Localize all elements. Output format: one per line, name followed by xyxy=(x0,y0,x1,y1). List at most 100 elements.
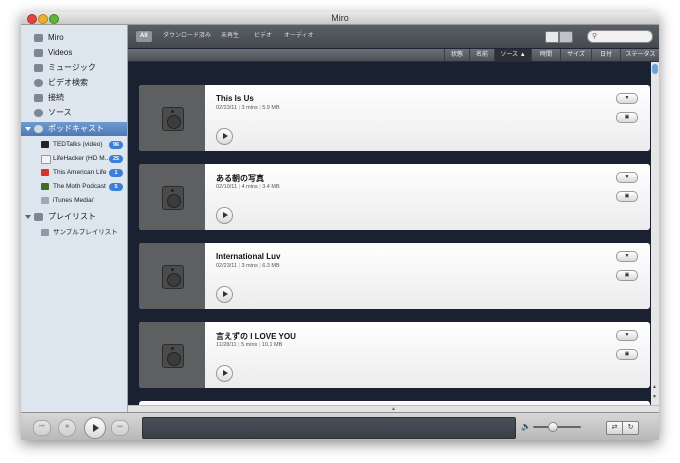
volume-control[interactable]: 🔈 xyxy=(521,421,583,433)
play-icon xyxy=(223,212,228,218)
sort-time[interactable]: 時間 xyxy=(531,49,560,61)
filter-downloaded[interactable]: ダウンロード済み xyxy=(159,31,215,42)
filter-all[interactable]: All xyxy=(136,31,152,42)
scroll-up-arrow-icon[interactable]: ▲ xyxy=(652,384,657,390)
item-size: 6.3 MB xyxy=(262,263,280,269)
disclosure-triangle-icon[interactable] xyxy=(25,215,31,219)
window-title: Miro xyxy=(331,13,349,23)
item-meta: 02/10/11 | 4 mins | 3.4 MB xyxy=(216,184,280,190)
list-item[interactable]: 言えずの I LOVE YOU 11/28/11 | 5 mins | 10.1… xyxy=(139,322,650,388)
trash-icon: ▣ xyxy=(624,351,630,357)
repeat-button[interactable]: ↻ xyxy=(622,421,639,435)
sidebar-item-label: ソース xyxy=(48,108,72,117)
list-view-button[interactable] xyxy=(545,31,559,43)
sidebar-item-miro[interactable]: Miro xyxy=(21,31,127,45)
sort-status[interactable]: ステータス xyxy=(620,49,659,61)
sidebar-item-label: LifeHacker (HD M... xyxy=(53,155,109,162)
sidebar-item-connect[interactable]: 接続 xyxy=(21,91,127,105)
disclosure-triangle-icon[interactable] xyxy=(25,127,31,131)
item-menu-button[interactable]: ▼ xyxy=(616,172,638,183)
sidebar-item-moth-podcast[interactable]: The Moth Podcast 5 xyxy=(21,180,127,194)
shuffle-button[interactable]: ⇄ xyxy=(606,421,623,435)
sort-state[interactable]: 状態 xyxy=(444,49,469,61)
list-item[interactable]: This Is Us 02/23/11 | 3 mins | 5.9 MB ▼ … xyxy=(139,85,650,151)
sidebar-item-label: Miro xyxy=(48,33,64,42)
sidebar-item-label: Videos xyxy=(48,48,73,57)
list-item[interactable]: ある朝の写真 02/10/11 | 4 mins | 3.4 MB ▼ ▣ xyxy=(139,164,650,230)
scroll-down-arrow-icon[interactable]: ▼ xyxy=(652,394,657,400)
trash-icon: ▣ xyxy=(624,193,630,199)
delete-button[interactable]: ▣ xyxy=(616,349,638,360)
filter-audio[interactable]: オーディオ xyxy=(280,31,318,42)
sidebar-item-this-american-life[interactable]: This American Life 1 xyxy=(21,166,127,180)
item-duration: 3 mins xyxy=(241,105,258,111)
next-icon: ⏭ xyxy=(117,424,123,430)
sidebar-item-tedtalks[interactable]: TEDTalks (video) 96 xyxy=(21,138,127,152)
list-scrollbar[interactable]: ▲ ▼ xyxy=(651,62,659,405)
sidebar-item-music[interactable]: ミュージック xyxy=(21,61,127,75)
previous-button[interactable]: ⏮ xyxy=(33,420,51,436)
item-meta: 02/23/11 | 3 mins | 5.9 MB xyxy=(216,105,280,111)
sidebar-item-itunes-media[interactable]: iTunes Media/ xyxy=(21,194,127,208)
item-duration: 4 mins xyxy=(241,184,258,190)
filter-video[interactable]: ビデオ xyxy=(250,31,276,42)
item-meta: 11/28/11 | 5 mins | 10.1 MB xyxy=(216,342,283,348)
stop-button[interactable]: ■ xyxy=(58,419,76,437)
play-pause-button[interactable] xyxy=(84,417,106,439)
search-icon: ⚲ xyxy=(592,33,598,40)
sort-date[interactable]: 日付 xyxy=(591,49,620,61)
sidebar-item-label: This American Life xyxy=(53,169,107,176)
next-button[interactable]: ⏭ xyxy=(111,420,129,436)
play-icon xyxy=(223,133,228,139)
sidebar-item-sample-playlist[interactable]: サンプルプレイリスト xyxy=(21,226,127,240)
sort-size[interactable]: サイズ xyxy=(560,49,591,61)
item-date: 11/28/11 xyxy=(216,342,237,348)
chevron-down-icon: ▼ xyxy=(624,174,630,180)
item-menu-button[interactable]: ▼ xyxy=(616,251,638,262)
sidebar-item-video-search[interactable]: ビデオ検索 xyxy=(21,76,127,90)
trash-icon: ▣ xyxy=(624,272,630,278)
delete-button[interactable]: ▣ xyxy=(616,112,638,123)
chevron-down-icon: ▼ xyxy=(624,332,630,338)
sidebar-item-label: The Moth Podcast xyxy=(53,183,106,190)
volume-slider-knob[interactable] xyxy=(548,422,558,432)
speaker-icon xyxy=(162,265,184,289)
item-thumbnail xyxy=(139,243,205,309)
tedtalks-icon xyxy=(41,141,49,148)
trash-icon: ▣ xyxy=(624,114,630,120)
sort-bar: 状態 名前 ソース ▲ 時間 サイズ 日付 ステータス xyxy=(128,49,659,62)
filter-unplayed[interactable]: 未再生 xyxy=(217,31,243,42)
sidebar-item-videos[interactable]: Videos xyxy=(21,46,127,60)
connect-icon xyxy=(34,94,43,102)
item-menu-button[interactable]: ▼ xyxy=(616,93,638,104)
standard-view-button[interactable] xyxy=(559,31,573,43)
sidebar-item-label: ポッドキャスト xyxy=(48,124,104,133)
play-button[interactable] xyxy=(216,286,233,303)
search-input[interactable]: ⚲ xyxy=(587,30,653,43)
item-menu-button[interactable]: ▼ xyxy=(616,330,638,341)
item-title: ある朝の写真 xyxy=(216,174,264,183)
item-list: This Is Us 02/23/11 | 3 mins | 5.9 MB ▼ … xyxy=(128,62,651,405)
lifehacker-icon xyxy=(41,155,51,164)
main-panel: All ダウンロード済み 未再生 ビデオ オーディオ ⚲ 状態 名前 ソース ▲… xyxy=(128,25,659,413)
delete-button[interactable]: ▣ xyxy=(616,191,638,202)
play-button[interactable] xyxy=(216,207,233,224)
sidebar-item-sources[interactable]: ソース xyxy=(21,106,127,120)
sort-source[interactable]: ソース ▲ xyxy=(494,49,531,61)
shuffle-icon: ⇄ xyxy=(611,424,618,431)
list-item[interactable]: International Luv 02/23/11 | 3 mins | 6.… xyxy=(139,243,650,309)
sidebar-item-podcasts[interactable]: ポッドキャスト xyxy=(21,122,127,136)
sidebar-item-label: サンプルプレイリスト xyxy=(53,229,118,236)
sidebar: Miro Videos ミュージック ビデオ検索 接続 ソース ポッドキャスト xyxy=(21,25,128,412)
sidebar-item-lifehacker[interactable]: LifeHacker (HD M... 25 xyxy=(21,152,127,166)
play-button[interactable] xyxy=(216,128,233,145)
sidebar-item-playlists[interactable]: プレイリスト xyxy=(21,210,127,224)
unread-badge: 25 xyxy=(109,155,123,163)
scrollbar-thumb[interactable] xyxy=(652,64,658,74)
sort-name[interactable]: 名前 xyxy=(469,49,494,61)
moth-podcast-icon xyxy=(41,183,49,190)
item-size: 10.1 MB xyxy=(261,342,283,348)
play-button[interactable] xyxy=(216,365,233,382)
play-icon xyxy=(223,370,228,376)
delete-button[interactable]: ▣ xyxy=(616,270,638,281)
